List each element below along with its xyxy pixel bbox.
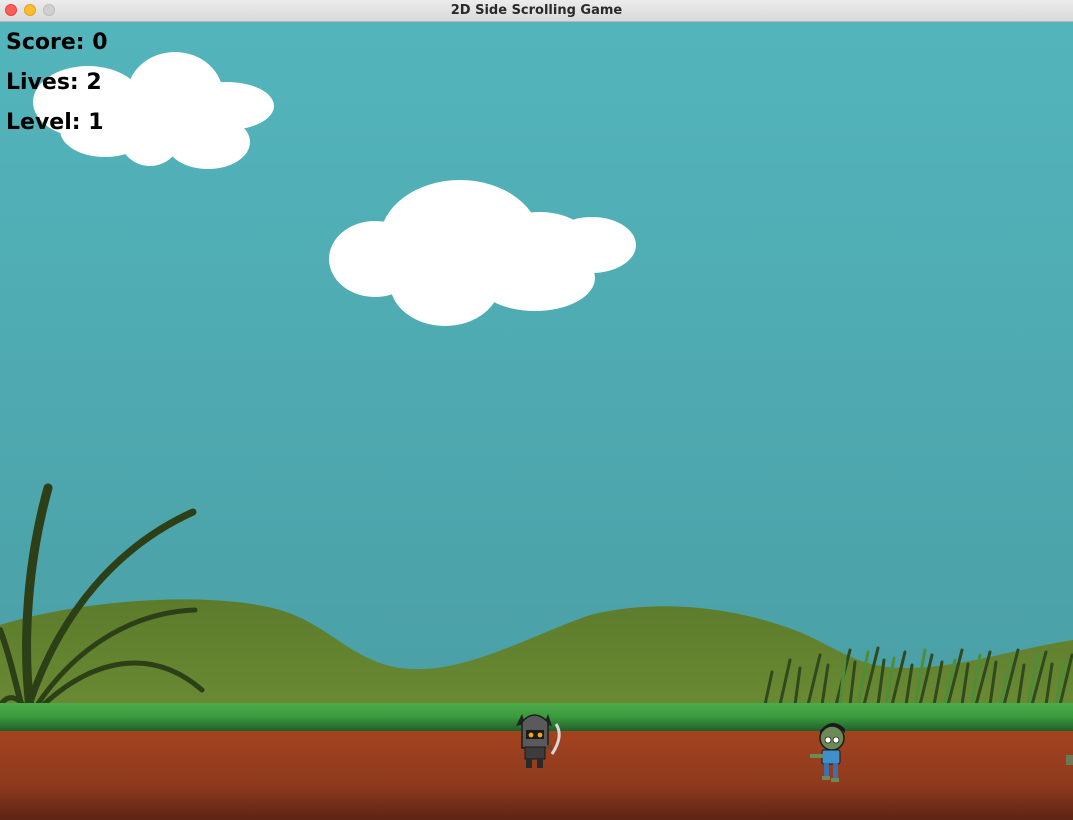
game-window: 2D Side Scrolling Game Score: 0 Lives: 2… bbox=[0, 0, 1073, 820]
level-display: Level: 1 bbox=[6, 110, 104, 135]
offscreen-enemy-sprite bbox=[1066, 755, 1073, 765]
window-title: 2D Side Scrolling Game bbox=[450, 3, 623, 18]
title-bar: 2D Side Scrolling Game bbox=[0, 0, 1073, 22]
score-display: Score: 0 bbox=[6, 30, 108, 55]
game-scene bbox=[0, 22, 1073, 820]
lives-display: Lives: 2 bbox=[6, 70, 102, 95]
game-canvas[interactable]: Score: 0 Lives: 2 Level: 1 bbox=[0, 22, 1073, 820]
